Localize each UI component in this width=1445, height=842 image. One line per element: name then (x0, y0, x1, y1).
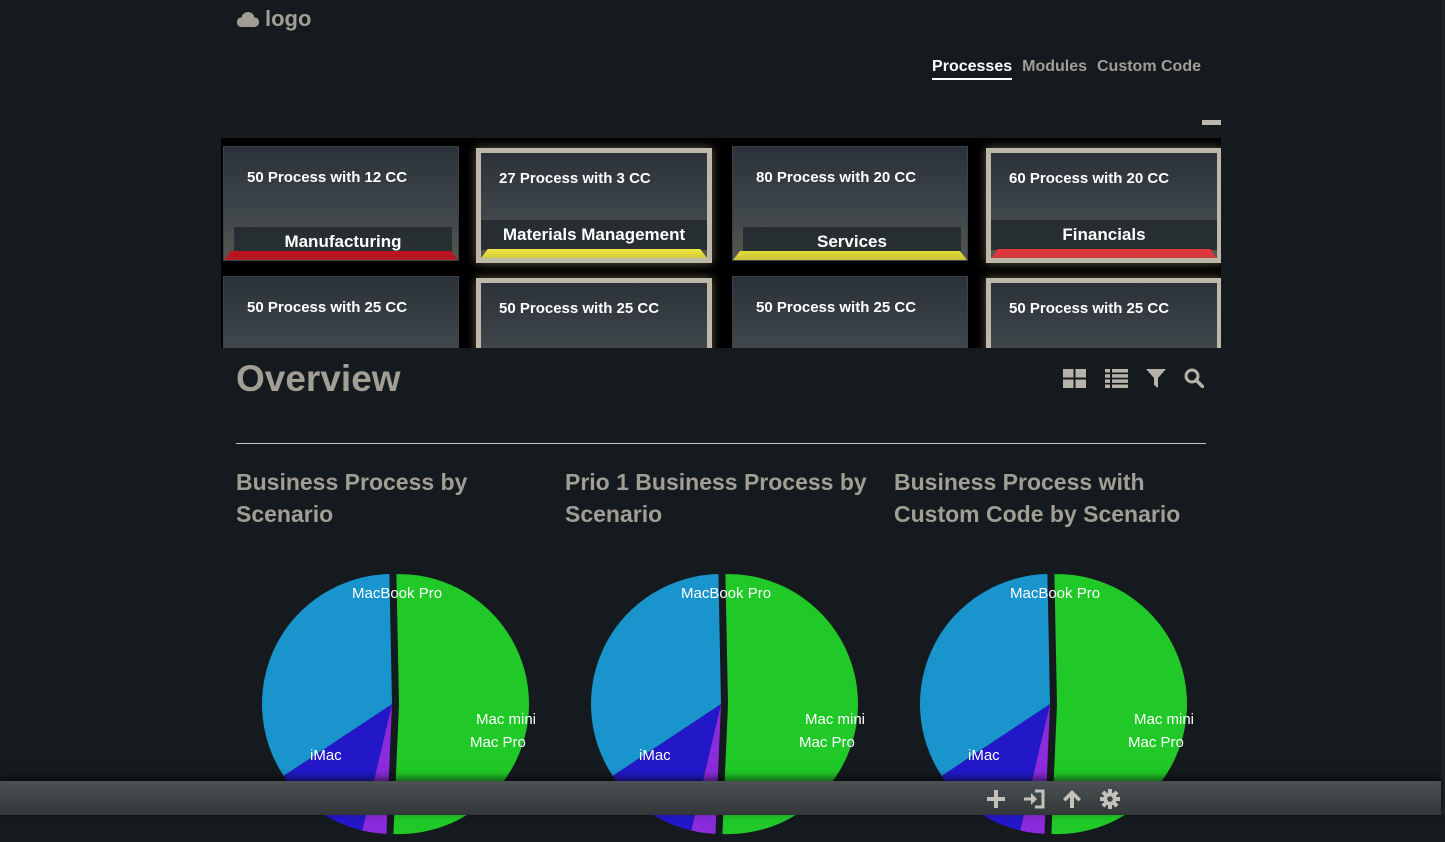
chart-panel-1: Business Process by Scenario MacBook Pro… (236, 466, 556, 835)
tile-subtitle: 80 Process with 20 CC (756, 169, 917, 186)
page-title: Overview (236, 358, 401, 399)
tile-row2-2[interactable]: 50 Process with 25 CC (476, 278, 712, 348)
tile-row2-1[interactable]: 50 Process with 25 CC (223, 276, 459, 348)
logo[interactable]: logo (236, 6, 311, 32)
tile-subtitle: 60 Process with 20 CC (1009, 170, 1170, 187)
sign-in-icon[interactable] (1022, 788, 1046, 810)
tile-subtitle: 50 Process with 12 CC (247, 169, 408, 186)
tile-name: Financials (991, 220, 1217, 250)
chart-title: Prio 1 Business Process by Scenario (565, 469, 867, 527)
view-toolbar (1062, 366, 1206, 390)
settings-gear-icon[interactable] (1098, 788, 1122, 810)
tile-status-stripe (224, 251, 458, 260)
tile-name: Materials Management (481, 220, 707, 250)
tile-subtitle: 50 Process with 25 CC (499, 300, 660, 317)
page-edge (1441, 0, 1445, 815)
tab-custom-code[interactable]: Custom Code (1097, 58, 1201, 80)
tile-services[interactable]: 80 Process with 20 CC Services (732, 146, 968, 261)
chart-panel-3: Business Process with Custom Code by Sce… (894, 466, 1214, 835)
tab-processes[interactable]: Processes (932, 58, 1013, 80)
tile-manufacturing[interactable]: 50 Process with 12 CC Manufacturing (223, 146, 459, 261)
tab-modules[interactable]: Modules (1022, 58, 1087, 80)
filter-icon[interactable] (1144, 366, 1168, 390)
cloud-icon (237, 12, 259, 27)
add-icon[interactable] (984, 788, 1008, 810)
tile-status-stripe (733, 251, 967, 260)
logo-text: logo (265, 6, 312, 31)
tile-subtitle: 50 Process with 25 CC (756, 299, 917, 316)
process-tiles: 50 Process with 12 CC Manufacturing 27 P… (221, 138, 1221, 348)
search-icon[interactable] (1182, 366, 1206, 390)
tile-subtitle: 50 Process with 25 CC (247, 299, 408, 316)
pie-label-mac-mini: Mac mini (476, 711, 536, 728)
pie-label-mac-mini: Mac mini (1134, 711, 1194, 728)
footer-actions (984, 788, 1122, 810)
grid-view-icon[interactable] (1062, 366, 1086, 390)
arrow-up-icon[interactable] (1060, 788, 1084, 810)
chart-panel-2: Prio 1 Business Process by Scenario MacB… (565, 466, 885, 835)
pie-label-imac: iMac (968, 747, 1000, 764)
tile-status-stripe (991, 249, 1217, 258)
tile-status-stripe (481, 249, 707, 258)
tile-row2-4[interactable]: 50 Process with 25 CC (986, 278, 1221, 348)
pie-label-macbook-pro: MacBook Pro (1010, 585, 1100, 602)
pie-label-imac: iMac (639, 747, 671, 764)
tile-materials-management[interactable]: 27 Process with 3 CC Materials Managemen… (476, 148, 712, 263)
chart-title: Business Process by Scenario (236, 469, 468, 527)
pie-label-mac-pro: Mac Pro (470, 734, 526, 751)
pie-label-macbook-pro: MacBook Pro (352, 585, 442, 602)
pie-label-mac-mini: Mac mini (805, 711, 865, 728)
chart-title: Business Process with Custom Code by Sce… (894, 469, 1181, 527)
tile-subtitle: 27 Process with 3 CC (499, 170, 651, 187)
tile-financials[interactable]: 60 Process with 20 CC Financials (986, 148, 1221, 263)
pie-label-imac: iMac (310, 747, 342, 764)
pie-label-macbook-pro: MacBook Pro (681, 585, 771, 602)
minimize-button[interactable] (1202, 120, 1221, 125)
main-nav: Processes Modules Custom Code (932, 58, 1201, 80)
tile-subtitle: 50 Process with 25 CC (1009, 300, 1170, 317)
bottom-toolbar (0, 781, 1441, 815)
overview-divider (236, 443, 1206, 444)
pie-label-mac-pro: Mac Pro (799, 734, 855, 751)
tile-row2-3[interactable]: 50 Process with 25 CC (732, 276, 968, 348)
list-view-icon[interactable] (1104, 366, 1128, 390)
pie-label-mac-pro: Mac Pro (1128, 734, 1184, 751)
